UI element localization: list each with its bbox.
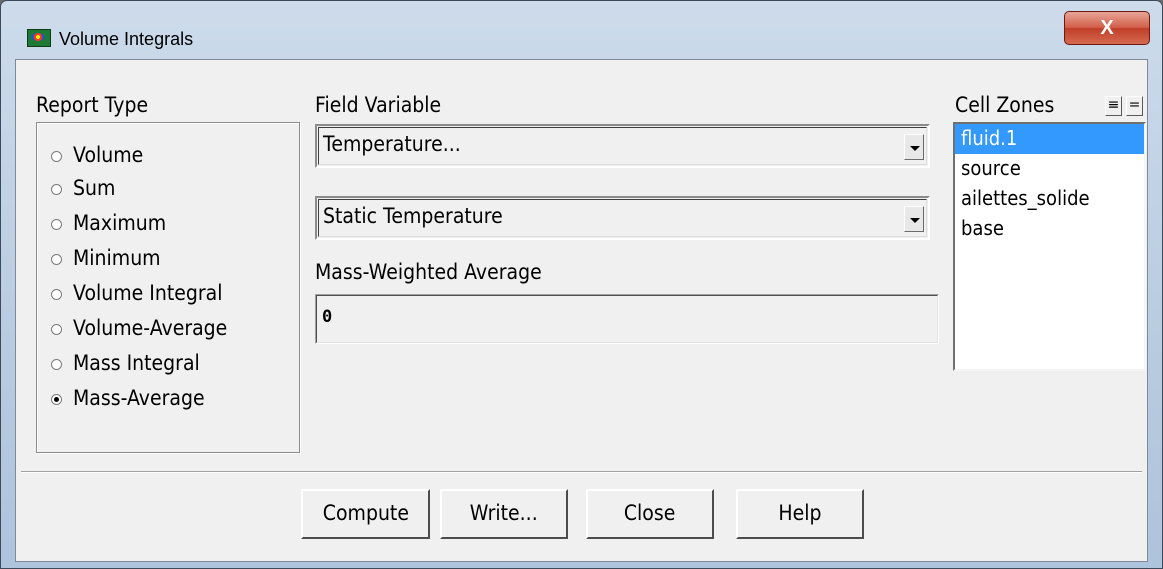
help-button[interactable]: Help xyxy=(736,489,864,539)
radio-label: Volume Integral xyxy=(73,281,223,305)
field-variable-dropdown[interactable]: Static Temperature xyxy=(315,196,930,240)
cell-zones-heading: Cell Zones xyxy=(955,93,1055,117)
window-close-button[interactable]: X xyxy=(1064,11,1150,45)
close-button[interactable]: Close xyxy=(586,489,714,539)
radio-label: Volume xyxy=(73,143,144,167)
deselect-all-button[interactable]: = xyxy=(1126,96,1143,116)
radio-button[interactable] xyxy=(51,219,62,230)
fluent-app-icon xyxy=(27,29,51,47)
window-title: Volume Integrals xyxy=(59,29,194,49)
list-item[interactable]: ailettes_solide xyxy=(955,184,1144,214)
radio-label: Sum xyxy=(73,176,116,200)
radio-label: Maximum xyxy=(73,211,167,235)
chevron-down-icon[interactable] xyxy=(904,134,924,160)
radio-button[interactable] xyxy=(51,254,62,265)
divider xyxy=(21,471,1142,473)
report-type-heading: Report Type xyxy=(36,93,149,117)
result-value: 0 xyxy=(322,307,333,327)
cell-zones-list[interactable]: fluid.1 source ailettes_solide base xyxy=(953,122,1146,371)
title-bar[interactable]: Volume Integrals X xyxy=(1,1,1162,59)
dropdown-value: Static Temperature xyxy=(323,204,503,228)
radio-label: Volume-Average xyxy=(73,316,228,340)
list-item[interactable]: base xyxy=(955,214,1144,244)
compute-button[interactable]: Compute xyxy=(301,489,430,539)
radio-button[interactable] xyxy=(51,184,62,195)
dropdown-value: Temperature... xyxy=(323,132,461,156)
select-all-button[interactable]: ≡ xyxy=(1105,96,1122,116)
radio-button[interactable] xyxy=(51,151,62,162)
chevron-down-icon[interactable] xyxy=(904,206,924,232)
report-type-group: Volume Sum Maximum Minimum Volume Integr… xyxy=(36,122,300,453)
volume-integrals-window: Volume Integrals X Report Type Volume Su… xyxy=(0,0,1163,569)
result-heading: Mass-Weighted Average xyxy=(315,260,542,284)
radio-button-checked[interactable] xyxy=(51,394,62,405)
radio-button[interactable] xyxy=(51,359,62,370)
radio-button[interactable] xyxy=(51,289,62,300)
field-variable-heading: Field Variable xyxy=(315,93,442,117)
result-field[interactable]: 0 xyxy=(315,294,939,344)
radio-button[interactable] xyxy=(51,324,62,335)
dialog-body: Report Type Volume Sum Maximum Minimum V… xyxy=(15,59,1148,562)
radio-label: Minimum xyxy=(73,246,161,270)
field-category-dropdown[interactable]: Temperature... xyxy=(315,124,930,168)
write-button[interactable]: Write... xyxy=(440,489,568,539)
radio-label: Mass Integral xyxy=(73,351,200,375)
list-item[interactable]: source xyxy=(955,154,1144,184)
list-item[interactable]: fluid.1 xyxy=(955,124,1144,154)
radio-label: Mass-Average xyxy=(73,386,205,410)
